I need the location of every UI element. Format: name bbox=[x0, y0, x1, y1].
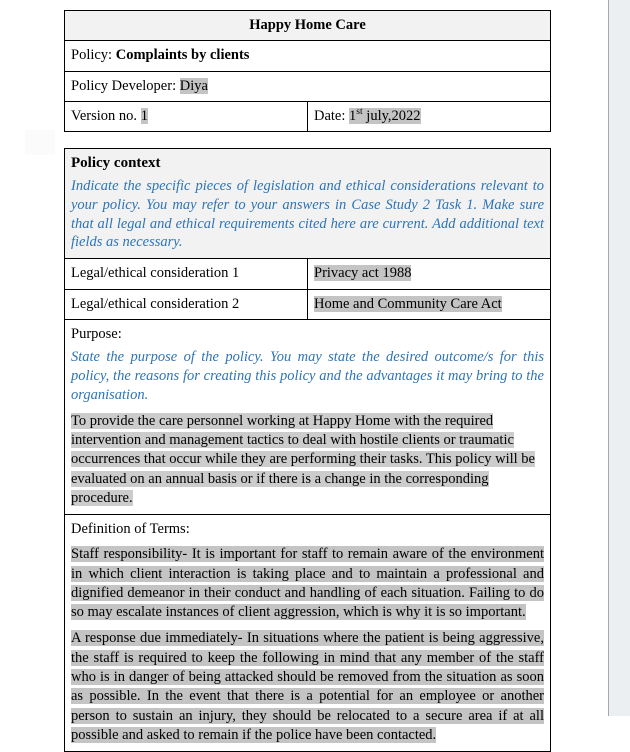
policy-developer-cell: Policy Developer: Diya bbox=[64, 70, 551, 102]
table-row: Policy context Indicate the specific pie… bbox=[64, 148, 551, 260]
purpose-body-text: To provide the care personnel working at… bbox=[71, 412, 535, 506]
table-row: Purpose: State the purpose of the policy… bbox=[64, 318, 551, 516]
margin-artifact-box bbox=[25, 130, 55, 155]
purpose-cell: Purpose: State the purpose of the policy… bbox=[64, 318, 551, 516]
policy-context-header-cell: Policy context Indicate the specific pie… bbox=[64, 148, 551, 260]
document-body: Happy Home Care Policy: Complaints by cl… bbox=[64, 0, 551, 752]
policy-name-cell: Policy: Complaints by clients bbox=[64, 40, 551, 72]
definitions-cell: Definition of Terms: Staff responsibilit… bbox=[64, 514, 551, 752]
definition-paragraph-2: A response due immediately- In situation… bbox=[71, 629, 544, 745]
date-value: 1st july,2022 bbox=[349, 107, 421, 124]
consideration-2-label: Legal/ethical consideration 2 bbox=[64, 288, 308, 320]
consideration-1-value: Privacy act 1988 bbox=[314, 265, 412, 282]
policy-context-heading: Policy context bbox=[71, 155, 161, 172]
table-row: Happy Home Care bbox=[64, 9, 551, 42]
consideration-1-label: Legal/ethical consideration 1 bbox=[64, 258, 308, 290]
version-label: Version no. bbox=[71, 107, 138, 124]
consideration-2-value: Home and Community Care Act bbox=[314, 295, 502, 312]
policy-info-table: Happy Home Care Policy: Complaints by cl… bbox=[64, 9, 551, 133]
policy-label: Policy: bbox=[71, 47, 113, 64]
table-row: Policy Developer: Diya bbox=[64, 70, 551, 102]
page-outer-gutter bbox=[609, 0, 630, 716]
date-month-year: july,2022 bbox=[362, 107, 421, 124]
table-row: Legal/ethical consideration 2 Home and C… bbox=[64, 288, 551, 320]
table-row: Definition of Terms: Staff responsibilit… bbox=[64, 514, 551, 752]
version-cell: Version no. 1 bbox=[64, 100, 308, 133]
definition-paragraph-1: Staff responsibility- It is important fo… bbox=[71, 545, 544, 622]
policy-developer-label: Policy Developer: bbox=[71, 77, 177, 94]
policy-value: Complaints by clients bbox=[115, 47, 250, 64]
date-cell: Date: 1st july,2022 bbox=[307, 100, 551, 133]
policy-developer-value: Diya bbox=[179, 77, 208, 94]
table-row: Legal/ethical consideration 1 Privacy ac… bbox=[64, 258, 551, 290]
table-row: Version no. 1 Date: 1st july,2022 bbox=[64, 100, 551, 133]
policy-context-table: Policy context Indicate the specific pie… bbox=[64, 148, 551, 752]
purpose-body: To provide the care personnel working at… bbox=[71, 412, 544, 508]
policy-context-hint: Indicate the specific pieces of legislat… bbox=[71, 177, 544, 251]
purpose-label: Purpose: bbox=[71, 325, 122, 342]
definitions-label: Definition of Terms: bbox=[71, 521, 190, 538]
organisation-title: Happy Home Care bbox=[64, 9, 551, 42]
definition-paragraph-1-text: Staff responsibility- It is important fo… bbox=[71, 546, 544, 621]
version-value: 1 bbox=[140, 107, 148, 124]
table-row: Policy: Complaints by clients bbox=[64, 40, 551, 72]
definition-paragraph-2-text: A response due immediately- In situation… bbox=[71, 630, 544, 743]
purpose-hint: State the purpose of the policy. You may… bbox=[71, 349, 544, 403]
consideration-2-value-cell: Home and Community Care Act bbox=[307, 288, 551, 320]
date-label: Date: bbox=[314, 107, 346, 124]
consideration-1-value-cell: Privacy act 1988 bbox=[307, 258, 551, 290]
